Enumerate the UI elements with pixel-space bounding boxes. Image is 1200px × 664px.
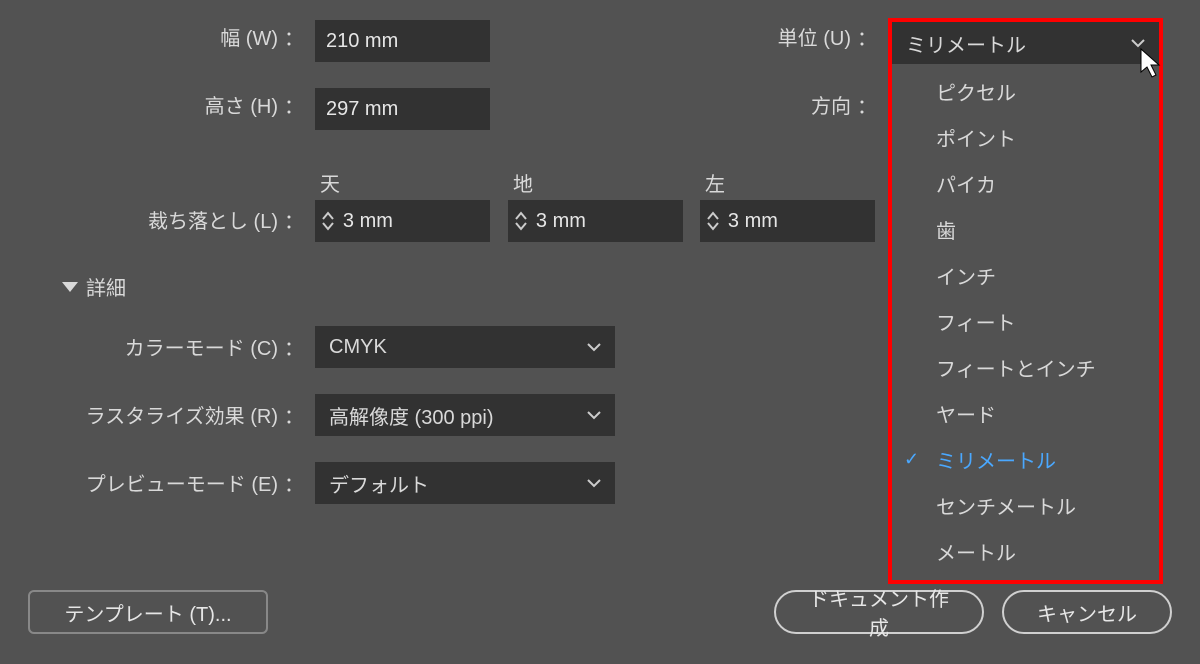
chevron-down-icon[interactable] [515, 221, 527, 231]
chevron-up-icon[interactable] [515, 211, 527, 221]
raster-effects-select[interactable]: 高解像度 (300 ppi) [315, 394, 615, 436]
unit-option[interactable]: パイカ [892, 160, 1159, 206]
chevron-down-icon [587, 410, 601, 420]
preview-mode-label: プレビューモード (E) [86, 468, 278, 497]
color-mode-select[interactable]: CMYK [315, 326, 615, 368]
chevron-up-icon[interactable] [322, 211, 334, 221]
unit-option[interactable]: ポイント [892, 114, 1159, 160]
chevron-up-icon[interactable] [707, 211, 719, 221]
check-icon: ✓ [904, 449, 919, 470]
unit-options-list: ピクセルポイントパイカ歯インチフィートフィートとインチヤード✓ミリメートルセンチ… [892, 68, 1159, 580]
create-document-button[interactable]: ドキュメント作成 [774, 590, 984, 634]
advanced-section-toggle[interactable]: 詳細 [62, 272, 126, 301]
unit-option[interactable]: ✓ミリメートル [892, 436, 1159, 482]
unit-option[interactable]: フィート [892, 298, 1159, 344]
unit-option[interactable]: メートル [892, 528, 1159, 574]
chevron-down-icon [1131, 38, 1145, 48]
preview-mode-select[interactable]: デフォルト [315, 462, 615, 504]
template-button[interactable]: テンプレート (T)... [28, 590, 268, 634]
color-mode-label: カラーモード (C) [125, 332, 278, 361]
unit-option[interactable]: ピクセル [892, 68, 1159, 114]
height-label: 高さ (H) [205, 90, 278, 119]
unit-label: 単位 (U) [778, 22, 851, 51]
bleed-bottom-header: 地 [513, 168, 533, 197]
unit-select[interactable]: ミリメートル [892, 22, 1159, 64]
orientation-label: 方向 [811, 90, 851, 119]
bleed-top-stepper[interactable] [315, 200, 490, 242]
unit-option[interactable]: フィートとインチ [892, 344, 1159, 390]
width-label: 幅 (W) [220, 22, 278, 51]
unit-option[interactable]: 歯 [892, 206, 1159, 252]
cancel-button[interactable]: キャンセル [1002, 590, 1172, 634]
disclosure-triangle-icon [62, 282, 78, 292]
raster-effects-label: ラスタライズ効果 (R) [86, 400, 278, 429]
bleed-left-header: 左 [705, 168, 725, 197]
bleed-left-stepper[interactable] [700, 200, 875, 242]
height-input[interactable] [315, 88, 490, 130]
unit-option[interactable]: ヤード [892, 390, 1159, 436]
chevron-down-icon [587, 478, 601, 488]
unit-option[interactable]: インチ [892, 252, 1159, 298]
bleed-top-header: 天 [320, 168, 340, 197]
bleed-label: 裁ち落とし (L) [148, 205, 278, 234]
chevron-down-icon[interactable] [707, 221, 719, 231]
bleed-bottom-stepper[interactable] [508, 200, 683, 242]
chevron-down-icon[interactable] [322, 221, 334, 231]
unit-option[interactable]: センチメートル [892, 482, 1159, 528]
advanced-label: 詳細 [86, 272, 126, 301]
chevron-down-icon [587, 342, 601, 352]
unit-dropdown[interactable]: ミリメートル ピクセルポイントパイカ歯インチフィートフィートとインチヤード✓ミリ… [888, 18, 1163, 584]
width-input[interactable] [315, 20, 490, 62]
